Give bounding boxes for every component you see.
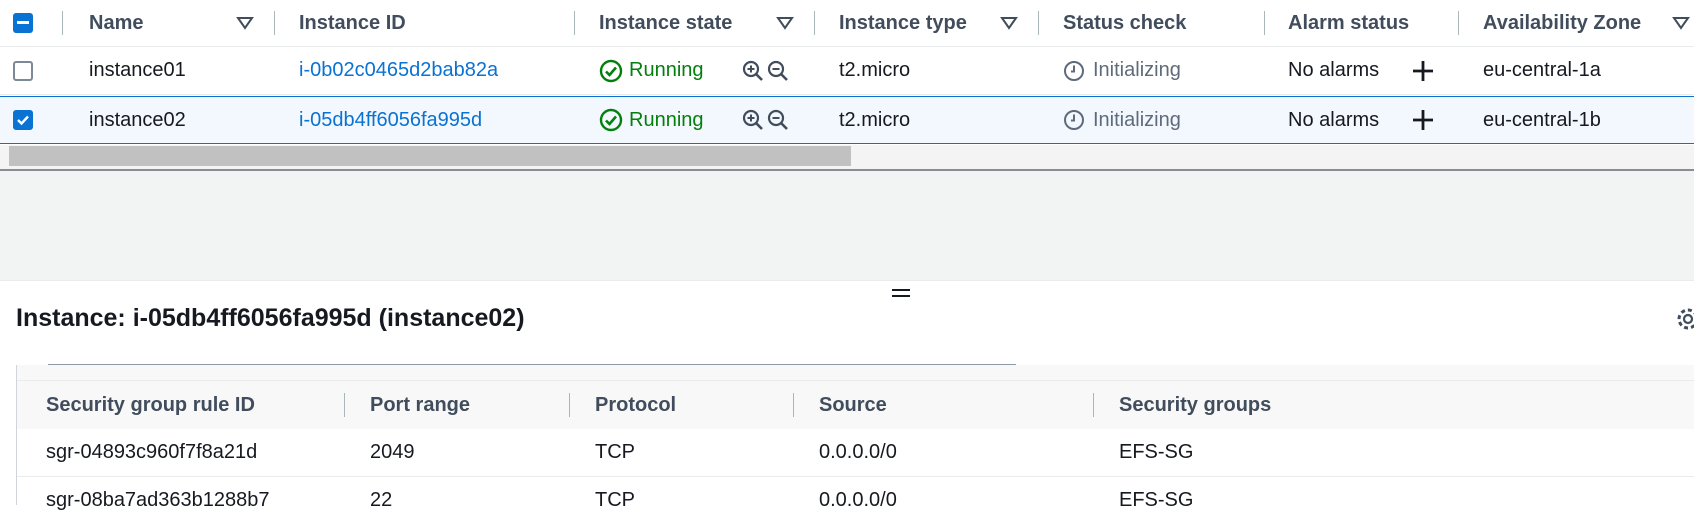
sort-triangle-icon[interactable]	[1672, 16, 1690, 30]
row-checkbox[interactable]	[13, 61, 33, 81]
sort-triangle-icon[interactable]	[776, 16, 794, 30]
row-checkbox[interactable]	[13, 110, 33, 130]
column-separator[interactable]	[569, 393, 570, 417]
source-value: 0.0.0.0/0	[819, 489, 897, 511]
security-rules-panel: Security group rule ID Port range Protoc…	[16, 365, 1694, 524]
security-group-value: EFS-SG	[1119, 441, 1194, 463]
instance-id-link[interactable]: i-05db4ff6056fa995d	[299, 97, 482, 143]
check-circle-icon	[599, 108, 623, 132]
zoom-in-icon[interactable]	[742, 60, 764, 82]
column-header-instance-state[interactable]: Instance state	[599, 0, 732, 46]
gear-icon[interactable]	[1675, 306, 1694, 332]
instance-state-value: Running	[629, 109, 704, 131]
zoom-in-icon[interactable]	[742, 109, 764, 131]
instance-details-title: Instance: i-05db4ff6056fa995d (instance0…	[16, 304, 525, 332]
column-separator[interactable]	[62, 11, 63, 35]
column-separator[interactable]	[274, 11, 275, 35]
instance-name: instance02	[89, 109, 186, 131]
column-header-rule-id[interactable]: Security group rule ID	[46, 381, 255, 429]
instance-state-value: Running	[629, 59, 704, 81]
column-header-instance-id[interactable]: Instance ID	[299, 0, 406, 46]
table-row[interactable]: instance01 i-0b02c0465d2bab82a Running t…	[0, 47, 1694, 95]
availability-zone-value: eu-central-1a	[1483, 59, 1601, 81]
column-header-alarm-status[interactable]: Alarm status	[1288, 0, 1409, 46]
column-separator[interactable]	[1264, 11, 1265, 35]
protocol-value: TCP	[595, 441, 635, 463]
column-separator[interactable]	[1093, 393, 1094, 417]
port-range-value: 2049	[370, 441, 415, 463]
column-separator[interactable]	[1038, 11, 1039, 35]
port-range-value: 22	[370, 489, 393, 511]
alarm-status-value: No alarms	[1288, 109, 1380, 131]
clock-icon	[1064, 61, 1084, 81]
column-separator[interactable]	[814, 11, 815, 35]
column-header-security-groups[interactable]: Security groups	[1119, 381, 1271, 429]
security-group-value: EFS-SG	[1119, 489, 1194, 511]
instances-table-header: Name Instance ID Instance state Instance…	[0, 0, 1694, 47]
source-value: 0.0.0.0/0	[819, 441, 897, 463]
column-separator[interactable]	[793, 393, 794, 417]
column-header-source[interactable]: Source	[819, 381, 887, 429]
check-circle-icon	[599, 59, 623, 83]
table-row: sgr-08ba7ad363b1288b7 22 TCP 0.0.0.0/0 E…	[17, 477, 1694, 524]
security-rules-header: Security group rule ID Port range Protoc…	[17, 380, 1694, 430]
sort-triangle-icon[interactable]	[236, 16, 254, 30]
column-separator[interactable]	[574, 11, 575, 35]
rule-id-value: sgr-08ba7ad363b1288b7	[46, 489, 270, 511]
column-header-port-range[interactable]: Port range	[370, 381, 470, 429]
table-row: sgr-04893c960f7f8a21d 2049 TCP 0.0.0.0/0…	[17, 429, 1694, 477]
column-header-name[interactable]: Name	[89, 0, 143, 46]
column-separator[interactable]	[344, 393, 345, 417]
protocol-value: TCP	[595, 489, 635, 511]
drag-handle-icon[interactable]	[891, 287, 911, 299]
scrollbar-thumb[interactable]	[9, 146, 851, 166]
column-separator[interactable]	[1458, 11, 1459, 35]
alarm-status-value: No alarms	[1288, 59, 1380, 81]
instance-type-value: t2.micro	[839, 59, 911, 81]
select-all-checkbox[interactable]	[13, 13, 33, 33]
rule-id-value: sgr-04893c960f7f8a21d	[46, 441, 258, 463]
plus-icon[interactable]	[1411, 108, 1435, 132]
table-row[interactable]: instance02 i-05db4ff6056fa995d Running t…	[0, 96, 1694, 144]
instance-type-value: t2.micro	[839, 109, 911, 131]
instance-id-link[interactable]: i-0b02c0465d2bab82a	[299, 47, 498, 94]
instance-name: instance01	[89, 59, 186, 81]
column-header-availability-zone[interactable]: Availability Zone	[1483, 0, 1641, 46]
status-check-value: Initializing	[1093, 59, 1181, 81]
zoom-out-icon[interactable]	[767, 109, 789, 131]
zoom-out-icon[interactable]	[767, 60, 789, 82]
column-header-protocol[interactable]: Protocol	[595, 381, 676, 429]
status-check-value: Initializing	[1093, 109, 1181, 131]
availability-zone-value: eu-central-1b	[1483, 109, 1601, 131]
plus-icon[interactable]	[1411, 59, 1435, 83]
column-header-instance-type[interactable]: Instance type	[839, 0, 967, 46]
column-header-status-check[interactable]: Status check	[1063, 0, 1186, 46]
table-footer-area	[0, 171, 1694, 281]
sort-triangle-icon[interactable]	[1000, 16, 1018, 30]
clock-icon	[1064, 110, 1084, 130]
